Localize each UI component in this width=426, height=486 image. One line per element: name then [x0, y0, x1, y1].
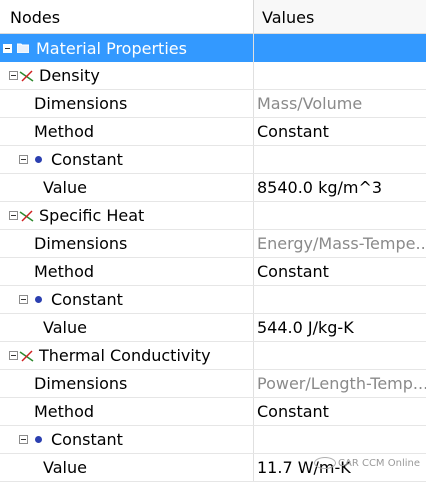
- tree-value[interactable]: Constant: [254, 258, 426, 285]
- collapse-icon[interactable]: [19, 295, 28, 304]
- tree-label: Specific Heat: [39, 206, 145, 225]
- property-tree: Material Properties Density Dimensions M…: [0, 34, 426, 482]
- tree-row-method[interactable]: Method Constant: [0, 258, 426, 286]
- tree-row-dimensions[interactable]: Dimensions Power/Length-Temp...: [0, 370, 426, 398]
- tree-row-constant[interactable]: Constant: [0, 286, 426, 314]
- dot-icon: [35, 156, 42, 163]
- collapse-icon[interactable]: [9, 211, 18, 220]
- tree-value: Power/Length-Temp...: [257, 374, 426, 393]
- column-header-nodes[interactable]: Nodes: [0, 0, 254, 33]
- tree-row-density[interactable]: Density: [0, 62, 426, 90]
- tree-value[interactable]: 544.0 J/kg-K: [254, 314, 426, 341]
- tree-label: Thermal Conductivity: [39, 346, 211, 365]
- tree-label: Value: [43, 178, 87, 197]
- property-node-icon: [19, 209, 34, 222]
- tree-table-header: Nodes Values: [0, 0, 426, 34]
- tree-label: Dimensions: [34, 94, 128, 113]
- tree-row-method[interactable]: Method Constant: [0, 118, 426, 146]
- property-node-icon: [19, 349, 34, 362]
- tree-label: Constant: [51, 150, 123, 169]
- tree-value[interactable]: Constant: [254, 118, 426, 145]
- tree-row-dimensions[interactable]: Dimensions Mass/Volume: [0, 90, 426, 118]
- tree-value[interactable]: Constant: [254, 398, 426, 425]
- dot-icon: [35, 436, 42, 443]
- dot-icon: [35, 296, 42, 303]
- collapse-icon[interactable]: [9, 351, 18, 360]
- tree-row-specific-heat[interactable]: Specific Heat: [0, 202, 426, 230]
- tree-label: Constant: [51, 430, 123, 449]
- tree-label: Constant: [51, 290, 123, 309]
- property-node-icon: [19, 69, 34, 82]
- tree-row-material-properties[interactable]: Material Properties: [0, 34, 426, 62]
- watermark: CAR CCM Online: [314, 457, 420, 469]
- collapse-icon[interactable]: [19, 155, 28, 164]
- tree-label: Method: [34, 262, 95, 281]
- tree-label: Density: [39, 66, 100, 85]
- tree-label: Dimensions: [34, 234, 128, 253]
- tree-label: Material Properties: [36, 38, 187, 58]
- tree-row-dimensions[interactable]: Dimensions Energy/Mass-Tempe...: [0, 230, 426, 258]
- tree-label: Method: [34, 122, 95, 141]
- tree-value: Energy/Mass-Tempe...: [257, 234, 426, 253]
- folder-icon: [17, 43, 29, 53]
- watermark-logo-icon: [314, 457, 337, 469]
- collapse-icon[interactable]: [19, 435, 28, 444]
- tree-row-constant[interactable]: Constant: [0, 146, 426, 174]
- tree-label: Value: [43, 318, 87, 337]
- tree-value[interactable]: 8540.0 kg/m^3: [254, 174, 426, 201]
- column-header-values[interactable]: Values: [254, 0, 426, 33]
- tree-row-value[interactable]: Value 8540.0 kg/m^3: [0, 174, 426, 202]
- tree-label: Method: [34, 402, 95, 421]
- tree-row-value[interactable]: Value 544.0 J/kg-K: [0, 314, 426, 342]
- tree-value: [254, 34, 426, 62]
- tree-label: Dimensions: [34, 374, 128, 393]
- tree-row-thermal-conductivity[interactable]: Thermal Conductivity: [0, 342, 426, 370]
- tree-value: Mass/Volume: [257, 94, 363, 113]
- tree-label: Value: [43, 458, 87, 477]
- watermark-text: CAR CCM Online: [338, 457, 420, 469]
- collapse-icon[interactable]: [9, 71, 18, 80]
- tree-row-method[interactable]: Method Constant: [0, 398, 426, 426]
- collapse-icon[interactable]: [3, 43, 12, 53]
- tree-row-constant[interactable]: Constant: [0, 426, 426, 454]
